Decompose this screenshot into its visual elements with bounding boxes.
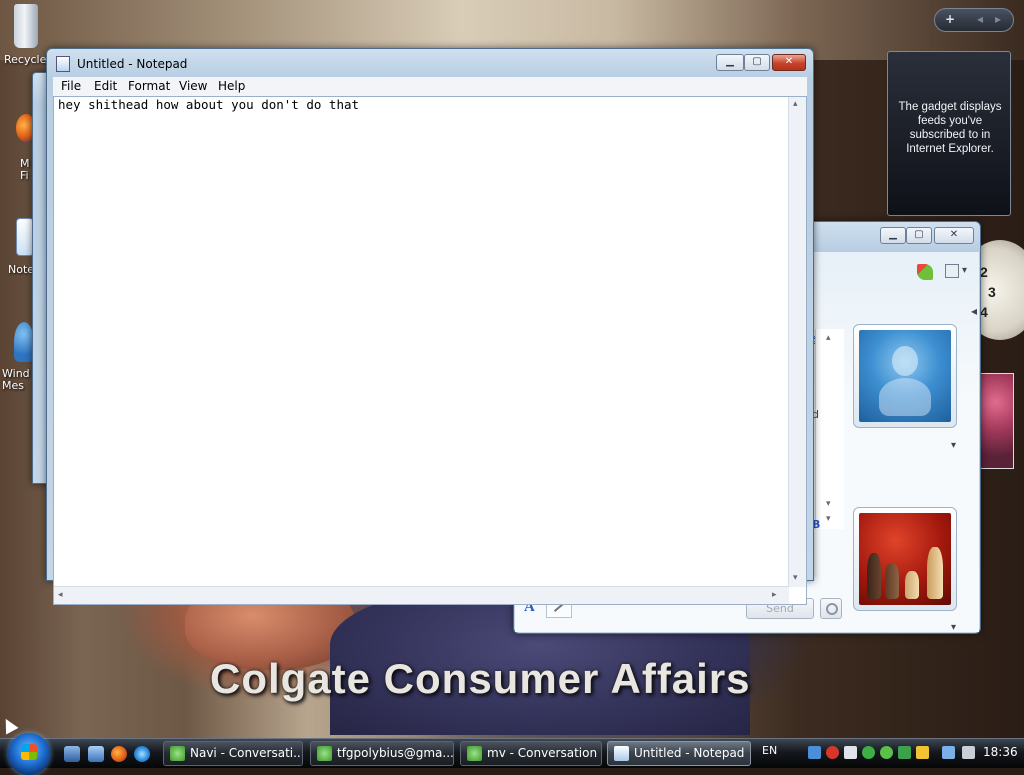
display-icon[interactable] [942, 746, 955, 759]
document-text: hey shithead how about you don't do that [58, 97, 360, 112]
gadget-toolbar: + ◂ ▸ [934, 8, 1014, 32]
user-picture-dropdown[interactable]: ▾ [951, 440, 956, 451]
notepad-icon [614, 746, 629, 761]
messenger-close-button[interactable]: ✕ [934, 227, 974, 244]
scroll-left-arrow[interactable]: ◂ [58, 590, 63, 600]
menu-format[interactable]: Format [128, 79, 170, 93]
horizontal-scrollbar[interactable]: ◂ ▸ [54, 586, 789, 604]
taskbar-item[interactable]: mv - Conversation [460, 741, 602, 766]
alert-icon[interactable] [916, 746, 929, 759]
feed-headlines-gadget[interactable]: The gadget displays feeds you've subscri… [887, 51, 1011, 216]
messenger-icon [170, 746, 185, 761]
menu-bar: File Edit Format View Help [53, 77, 807, 96]
maximize-button[interactable]: ▢ [744, 54, 770, 71]
gadget-prev-button[interactable]: ◂ [977, 12, 983, 26]
gadget-next-button[interactable]: ▸ [995, 12, 1001, 26]
windows-logo-icon [21, 744, 37, 760]
notepad-window[interactable]: Untitled - Notepad ▁ ▢ ✕ File Edit Forma… [46, 48, 814, 605]
layout-dropdown-arrow[interactable]: ▾ [962, 265, 967, 276]
messenger-icon [317, 746, 332, 761]
close-button[interactable]: ✕ [772, 54, 806, 71]
system-clock[interactable]: 18:36 [983, 745, 1018, 759]
switch-windows-icon[interactable] [88, 746, 104, 762]
desktop-icon-label: Recycle [4, 53, 47, 66]
taskbar: Navi - Conversati... tfgpolybius@gma... … [0, 733, 1024, 775]
clock-number: 3 [988, 284, 996, 300]
vertical-scrollbar[interactable]: ▴ ▾ [788, 97, 806, 587]
clock-number: 2 [980, 264, 988, 280]
messenger-icon [467, 746, 482, 761]
minimize-button[interactable]: ▁ [716, 54, 744, 71]
scroll-up-arrow[interactable]: ▴ [793, 99, 798, 109]
network-icon[interactable] [808, 746, 821, 759]
add-gadget-button[interactable]: + [945, 12, 955, 26]
taskbar-item[interactable]: tfgpolybius@gma... [310, 741, 454, 766]
contact-picture-dropdown[interactable]: ▾ [951, 622, 956, 633]
scroll-down-arrow[interactable]: ▾ [793, 573, 798, 583]
security-icon[interactable] [844, 746, 857, 759]
feed-gadget-message: The gadget displays feeds you've subscri… [898, 101, 1002, 155]
volume-icon[interactable] [962, 746, 975, 759]
menu-file[interactable]: File [61, 79, 81, 93]
messenger-icon [14, 322, 34, 362]
menu-view[interactable]: View [179, 79, 207, 93]
window-title: Untitled - Notepad [77, 57, 188, 71]
messenger-minimize-button[interactable]: ▁ [880, 227, 906, 244]
desktop-icon-recycle-bin[interactable]: Recycle [4, 4, 48, 70]
menu-edit[interactable]: Edit [94, 79, 117, 93]
update-icon[interactable] [898, 746, 911, 759]
clock-number: 4 [980, 304, 988, 320]
paint-brush-icon[interactable] [917, 264, 933, 280]
taskbar-item-active[interactable]: Untitled - Notepad [607, 741, 751, 766]
search-button[interactable] [820, 598, 842, 619]
search-icon [826, 603, 838, 615]
wallpaper-caption: Colgate Consumer Affairs [210, 655, 751, 702]
show-desktop-icon[interactable] [64, 746, 80, 762]
history-scroll-down[interactable]: ▾ [826, 499, 831, 509]
layout-menu-icon[interactable] [945, 264, 959, 278]
contact-display-picture[interactable] [853, 507, 957, 611]
language-indicator[interactable]: EN [762, 744, 777, 757]
recycle-bin-icon [14, 4, 38, 48]
taskbar-item[interactable]: Navi - Conversati... [163, 741, 303, 766]
slideshow-gadget[interactable] [978, 373, 1014, 469]
scroll-right-arrow[interactable]: ▸ [772, 590, 777, 600]
default-user-avatar [859, 330, 951, 422]
chess-pieces-avatar [859, 513, 951, 605]
messenger-status-icon[interactable] [862, 746, 875, 759]
internet-explorer-icon[interactable] [134, 746, 150, 762]
messenger-contacts-icon[interactable] [880, 746, 893, 759]
text-editor-area[interactable]: hey shithead how about you don't do that… [53, 96, 807, 605]
conversation-history-pane[interactable]: ▴ ▾ ▾ [815, 329, 844, 529]
user-display-picture[interactable] [853, 324, 957, 428]
messenger-maximize-button[interactable]: ▢ [906, 227, 932, 244]
firefox-icon[interactable] [111, 746, 127, 762]
start-button[interactable] [8, 733, 50, 775]
error-icon[interactable] [826, 746, 839, 759]
notepad-icon [56, 56, 70, 72]
menu-help[interactable]: Help [218, 79, 245, 93]
toggle-panel-arrow[interactable]: ◂ [971, 304, 977, 318]
history-scroll-up[interactable]: ▴ [826, 333, 831, 343]
history-scroll-down[interactable]: ▾ [826, 514, 831, 524]
